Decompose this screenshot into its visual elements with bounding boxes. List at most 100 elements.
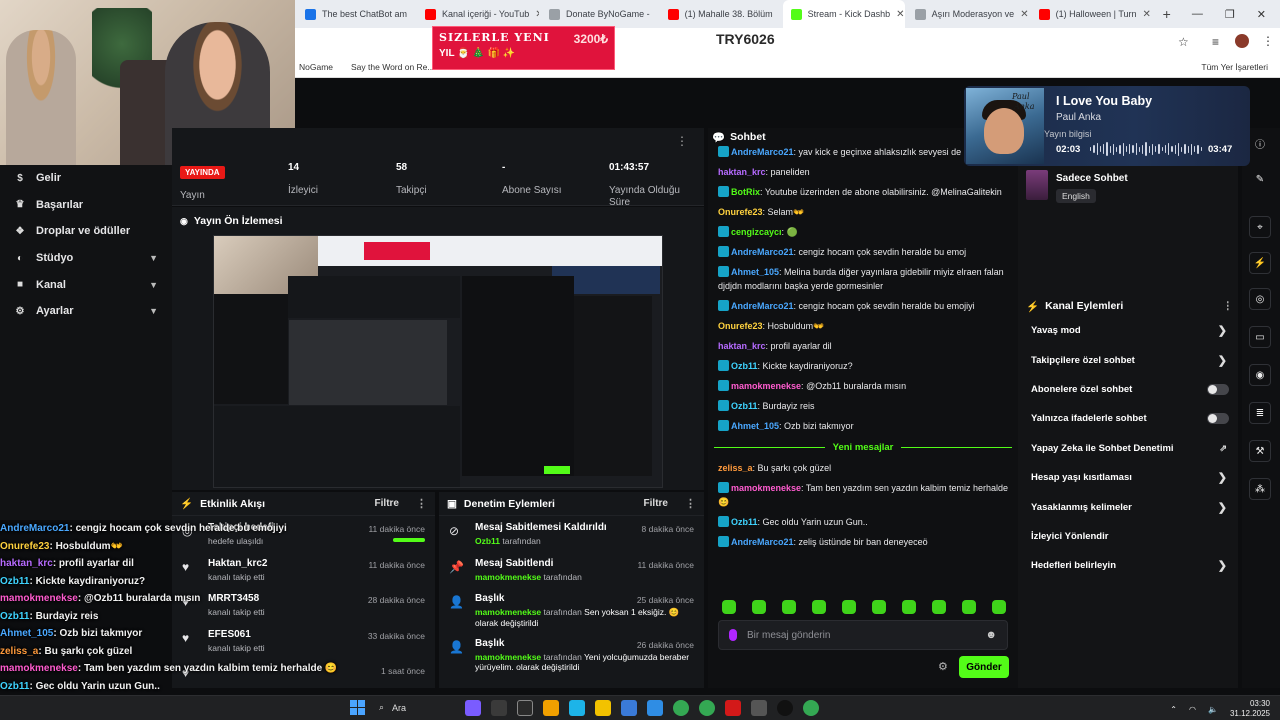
moderator-name[interactable]: Ozb11 (475, 536, 500, 546)
channel-action-item[interactable]: Yasaklanmış kelimeler ❯ (1026, 492, 1233, 521)
chat-message[interactable]: Onurefe23: Hosbuldum👐 (708, 316, 1018, 336)
emote-icon[interactable] (812, 600, 826, 614)
toggle-switch[interactable] (1207, 413, 1229, 425)
chrome-icon[interactable] (699, 699, 715, 716)
emote-icon[interactable] (842, 600, 856, 614)
close-window-icon[interactable]: ✕ (1257, 8, 1266, 21)
more-icon[interactable]: ⋮ (676, 134, 688, 148)
hammer-icon[interactable]: ⚒ (1249, 440, 1271, 462)
chat-username[interactable]: Ahmet_105 (731, 421, 779, 431)
taskbar-app-icon[interactable] (647, 699, 663, 716)
obs-icon[interactable] (777, 699, 793, 716)
sidebar-item[interactable]: ⚙ Ayarlar ▼ (0, 298, 172, 325)
chat-username[interactable]: AndreMarco21 (731, 301, 794, 311)
moderator-name[interactable]: mamokmenekse (475, 572, 541, 582)
channel-action-item[interactable]: Yavaş mod ❯ (1026, 316, 1233, 345)
chat-username[interactable]: AndreMarco21 (731, 537, 794, 547)
taskbar-app-icon[interactable] (621, 699, 637, 716)
shapes-icon[interactable]: ⁂ (1249, 478, 1271, 500)
clock[interactable]: 03:30 31.12.2025 (1230, 699, 1270, 719)
emote-icon[interactable] (752, 600, 766, 614)
chat-message[interactable]: Ozb11: Burdayiz reis (708, 396, 1018, 416)
chat-input[interactable]: Bir mesaj gönderin ☻ (718, 620, 1008, 650)
bolt-icon[interactable]: ⚡ (1249, 252, 1271, 274)
chat-message[interactable]: zeliss_a: Bu şarkı çok güzel (708, 458, 1018, 478)
channel-action-item[interactable]: Yalnızca ifadelerle sohbet (1026, 404, 1233, 433)
chat-message[interactable]: AndreMarco21: cengiz hocam çok sevdin he… (708, 242, 1018, 262)
more-icon[interactable]: ⋮ (685, 497, 696, 510)
chat-bubble-icon[interactable]: ▭ (1249, 326, 1271, 348)
crosshair-icon[interactable]: ⌖ (1249, 216, 1271, 238)
close-icon[interactable]: ✕ (1143, 9, 1151, 20)
chrome-icon[interactable] (803, 699, 819, 716)
chat-username[interactable]: Ozb11 (731, 517, 758, 527)
profile-avatar[interactable] (1235, 34, 1249, 48)
edge-icon[interactable] (569, 699, 585, 716)
volume-icon[interactable]: 🔈 (1208, 705, 1218, 714)
sidebar-item[interactable]: ◐ Stüdyo ▼ (0, 245, 172, 272)
chat-username[interactable]: haktan_krc (718, 167, 766, 177)
folder-icon[interactable] (595, 699, 611, 716)
channel-action-item[interactable]: Hedefleri belirleyin ❯ (1026, 551, 1233, 580)
wifi-icon[interactable]: ◠ (1189, 705, 1196, 714)
stream-preview[interactable] (213, 235, 663, 488)
minimize-icon[interactable]: — (1192, 8, 1203, 21)
emote-icon[interactable] (782, 600, 796, 614)
channel-action-item[interactable]: İzleyici Yönlendir (1026, 522, 1233, 551)
send-button[interactable]: Gönder (959, 656, 1009, 678)
browser-tab[interactable]: Aşırı Moderasyon ve ✕ (907, 0, 1029, 28)
broadcast-icon[interactable]: ◉ (1249, 364, 1271, 386)
browser-tab[interactable]: (1) Halloween | Turn ✕ (1031, 0, 1153, 28)
chat-username[interactable]: Ozb11 (731, 361, 758, 371)
taskbar-app-icon[interactable] (517, 699, 533, 716)
more-icon[interactable]: ⋮ (416, 497, 427, 510)
taskbar-search[interactable]: ⌕ Ara (375, 698, 455, 717)
channel-action-item[interactable]: Abonelere özel sohbet (1026, 375, 1233, 404)
camera-icon[interactable]: ◎ (1249, 288, 1271, 310)
moderator-name[interactable]: mamokmenekse (475, 652, 541, 662)
browser-tab[interactable]: Donate ByNoGame - (541, 0, 658, 28)
filter-button[interactable]: Filtre (644, 498, 668, 509)
channel-action-item[interactable]: Hesap yaşı kısıtlaması ❯ (1026, 463, 1233, 492)
taskbar-app-icon[interactable] (543, 699, 559, 716)
chat-username[interactable]: zeliss_a (718, 463, 753, 473)
chat-message[interactable]: Ahmet_105: Melina burda diğer yayınlara … (708, 262, 1018, 296)
chat-username[interactable]: AndreMarco21 (731, 247, 794, 257)
browser-tab-active[interactable]: Stream - Kick Dashb ✕ (782, 0, 905, 28)
browser-tab[interactable]: (1) Mahalle 38. Bölüm (660, 0, 781, 28)
all-bookmarks[interactable]: Tüm Yer İşaretleri (1201, 62, 1280, 72)
taskbar-app-icon[interactable] (465, 699, 481, 716)
chat-message[interactable]: haktan_krc: profil ayarlar dil (708, 336, 1018, 356)
filter-button[interactable]: Filtre (375, 498, 399, 509)
chat-message[interactable]: Onurefe23: Selam👐 (708, 202, 1018, 222)
moderator-name[interactable]: mamokmenekse (475, 607, 541, 617)
chat-username[interactable]: mamokmenekse (731, 381, 801, 391)
chat-username[interactable]: Ozb11 (731, 401, 758, 411)
chevron-up-icon[interactable]: ⌃ (1170, 705, 1177, 714)
bookmark-item[interactable]: Say the Word on Re... (351, 62, 434, 72)
chat-username[interactable]: cengizcaycı (731, 227, 782, 237)
more-icon[interactable]: ⋮ (1262, 34, 1274, 48)
emote-icon[interactable] (932, 600, 946, 614)
toggle-switch[interactable] (1207, 383, 1229, 395)
emote-icon[interactable] (872, 600, 886, 614)
more-icon[interactable]: ⋮ (1223, 300, 1234, 312)
emoji-icon[interactable]: ☻ (985, 629, 997, 641)
maximize-icon[interactable]: ❐ (1225, 8, 1235, 21)
chat-username[interactable]: haktan_krc (718, 341, 766, 351)
chat-message[interactable]: mamokmenekse: Tam ben yazdım sen yazdın … (708, 478, 1018, 512)
taskbar-app-icon[interactable] (751, 699, 767, 716)
server-icon[interactable]: ≣ (1249, 402, 1271, 424)
bookmark-item[interactable]: NoGame (299, 62, 333, 72)
new-tab-button[interactable]: + (1155, 6, 1179, 22)
chat-message[interactable]: Ahmet_105: Ozb bizi takmıyor (708, 416, 1018, 436)
chat-message[interactable]: Ozb11: Kickte kaydiraniyoruz? (708, 356, 1018, 376)
chat-username[interactable]: BotRix (731, 187, 760, 197)
chat-message[interactable]: cengizcaycı: 🟢 (708, 222, 1018, 242)
emote-icon[interactable] (962, 600, 976, 614)
channel-action-item[interactable]: Takipçilere özel sohbet ❯ (1026, 345, 1233, 374)
sidebar-item[interactable]: ♛ Başarılar (0, 192, 172, 219)
chat-username[interactable]: Onurefe23 (718, 321, 763, 331)
windows-start-icon[interactable] (350, 700, 365, 715)
gear-icon[interactable]: ⚙ (938, 660, 948, 673)
